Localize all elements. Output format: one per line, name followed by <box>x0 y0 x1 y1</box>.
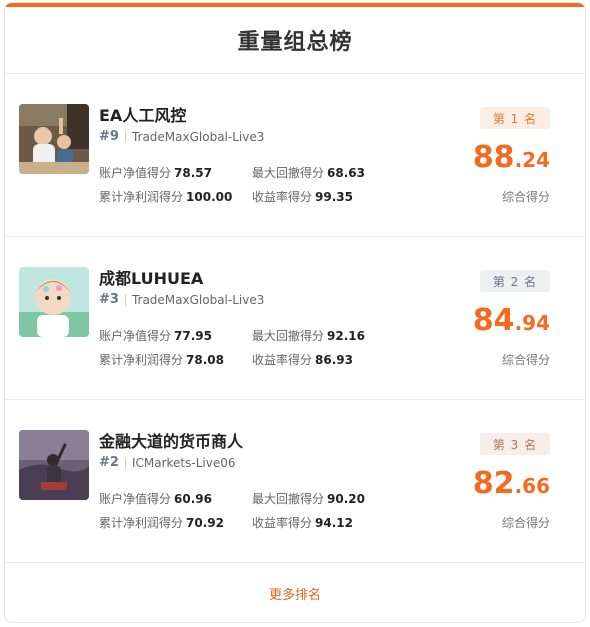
net-value-score: 账户净值得分 77.95 <box>99 329 212 343</box>
divider <box>124 456 126 469</box>
rank-badge: 第 3 名 <box>480 433 550 455</box>
broker-account: ICMarkets-Live06 <box>131 455 236 470</box>
divider <box>124 293 126 306</box>
profit-score: 累计净利润得分 100.00 <box>99 190 233 204</box>
rank-badge: 第 2 名 <box>480 270 550 292</box>
trader-id-line: #2 ICMarkets-Live06 <box>99 455 235 470</box>
more-rankings-link[interactable]: 更多排名 <box>269 584 321 603</box>
trader-number: #9 <box>99 129 119 144</box>
avatar[interactable] <box>19 267 89 337</box>
leaderboard-entry[interactable]: 成都LUHUEA #3 TradeMaxGlobal-Live3 账户净值得分 7… <box>5 237 585 400</box>
leaderboard-footer: 更多排名 <box>5 563 585 622</box>
net-value-score: 账户净值得分 60.96 <box>99 492 212 506</box>
profit-score: 累计净利润得分 78.08 <box>99 353 224 367</box>
divider <box>124 130 126 143</box>
broker-account: TradeMaxGlobal-Live3 <box>131 292 265 307</box>
yield-score: 收益率得分 99.35 <box>252 190 353 204</box>
broker-account: TradeMaxGlobal-Live3 <box>131 129 265 144</box>
trader-name[interactable]: 金融大道的货币商人 <box>99 428 243 452</box>
profit-score: 累计净利润得分 70.92 <box>99 516 224 530</box>
yield-score: 收益率得分 86.93 <box>252 353 353 367</box>
yield-score: 收益率得分 94.12 <box>252 516 353 530</box>
drawdown-score: 最大回撤得分 90.20 <box>252 492 365 506</box>
trader-name[interactable]: 成都LUHUEA <box>99 265 203 289</box>
total-score-label: 综合得分 <box>501 516 550 530</box>
total-score: 88.24 <box>472 140 550 175</box>
avatar[interactable] <box>19 104 89 174</box>
avatar[interactable] <box>19 430 89 500</box>
total-score-label: 综合得分 <box>501 353 550 367</box>
drawdown-score: 最大回撤得分 92.16 <box>252 329 365 343</box>
avatar-photo <box>19 430 89 500</box>
trader-id-line: #9 TradeMaxGlobal-Live3 <box>99 129 264 144</box>
total-score: 82.66 <box>472 466 550 501</box>
leaderboard-card: 重量组总榜 EA人工风控 #9 TradeMaxGlobal-Live3 账户净… <box>4 2 586 623</box>
leaderboard-title: 重量组总榜 <box>237 30 353 55</box>
avatar-photo <box>19 267 89 337</box>
total-score: 84.94 <box>472 303 550 338</box>
drawdown-score: 最大回撤得分 68.63 <box>252 166 365 180</box>
leaderboard-header: 重量组总榜 <box>5 7 585 74</box>
trader-name[interactable]: EA人工风控 <box>99 102 186 126</box>
leaderboard-entry[interactable]: 金融大道的货币商人 #2 ICMarkets-Live06 账户净值得分 60.9… <box>5 400 585 563</box>
trader-id-line: #3 TradeMaxGlobal-Live3 <box>99 292 264 307</box>
rank-badge: 第 1 名 <box>480 107 550 129</box>
avatar-photo <box>19 104 89 174</box>
total-score-label: 综合得分 <box>501 190 550 204</box>
net-value-score: 账户净值得分 78.57 <box>99 166 212 180</box>
trader-number: #3 <box>99 292 119 307</box>
leaderboard-entry[interactable]: EA人工风控 #9 TradeMaxGlobal-Live3 账户净值得分 78.… <box>5 74 585 237</box>
trader-number: #2 <box>99 455 119 470</box>
